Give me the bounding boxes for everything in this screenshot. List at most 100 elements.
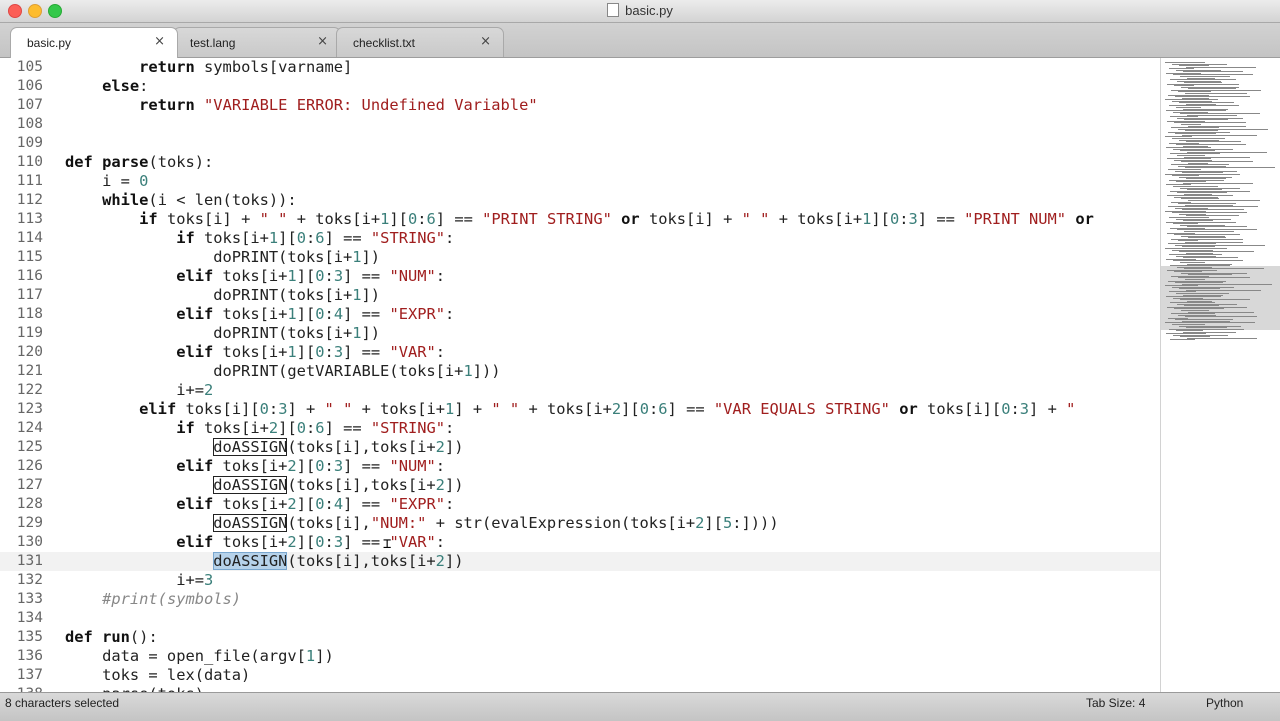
code-line[interactable]: 122 i+=2 <box>0 381 1160 400</box>
code-token: :]))) <box>732 514 779 532</box>
code-line[interactable]: 111 i = 0 <box>0 172 1160 191</box>
line-code: doASSIGN(toks[i],toks[i+2]) <box>65 438 464 457</box>
line-code: toks = lex(data) <box>65 666 250 685</box>
code-line[interactable]: 110 def parse(toks): <box>0 153 1160 172</box>
close-icon[interactable]: × <box>480 34 491 49</box>
code-token: : <box>324 495 334 513</box>
code-line[interactable]: 124 if toks[i+2][0:6] == "STRING": <box>0 419 1160 438</box>
code-token: symbols[varname] <box>194 58 353 76</box>
line-number: 138 <box>0 685 43 692</box>
code-token: 1 <box>352 248 362 266</box>
code-line[interactable]: 138 parse(toks) <box>0 685 1160 692</box>
code-token: 2 <box>204 381 214 399</box>
code-line[interactable]: 119 doPRINT(toks[i+1]) <box>0 324 1160 343</box>
code-token: ] == <box>343 305 390 323</box>
code-token: toks[i] + <box>639 210 742 228</box>
code-token: 1 <box>287 305 297 323</box>
code-token: : <box>1010 400 1020 418</box>
code-token: : <box>306 229 316 247</box>
code-token: if <box>176 419 195 437</box>
code-token: or <box>621 210 640 228</box>
code-editor[interactable]: 105 return symbols[varname] 106 else: 107 … <box>0 58 1160 692</box>
code-token: + toks[i+ <box>352 400 446 418</box>
tab-size-selector[interactable]: Tab Size: 4 <box>1086 696 1145 710</box>
close-icon[interactable]: × <box>154 34 165 49</box>
line-code: def parse(toks): <box>65 153 213 172</box>
code-line[interactable]: 117 doPRINT(toks[i+1]) <box>0 286 1160 305</box>
code-line[interactable]: 126 elif toks[i+2][0:3] == "NUM": <box>0 457 1160 476</box>
code-token: 2 <box>287 457 297 475</box>
code-line[interactable]: 135 def run(): <box>0 628 1160 647</box>
line-code: else: <box>65 77 148 96</box>
tab-checklist-txt[interactable]: checklist.txt × <box>336 27 504 57</box>
code-line[interactable]: 134 <box>0 609 1160 628</box>
code-line[interactable]: 130 elif toks[i+2][0:3] == "VAR": ⌶ <box>0 533 1160 552</box>
code-line[interactable]: 121 doPRINT(getVARIABLE(toks[i+1])) <box>0 362 1160 381</box>
code-line[interactable]: 133 #print(symbols) <box>0 590 1160 609</box>
code-line[interactable]: 112 while(i < len(toks)): <box>0 191 1160 210</box>
code-line[interactable]: 136 data = open_file(argv[1]) <box>0 647 1160 666</box>
tab-basic-py[interactable]: basic.py × <box>10 27 178 58</box>
code-line[interactable]: 113 if toks[i] + " " + toks[i+1][0:6] ==… <box>0 210 1160 229</box>
line-number: 118 <box>16 306 43 322</box>
code-token: 6 <box>315 229 325 247</box>
code-line[interactable]: 108 <box>0 115 1160 134</box>
code-token: 3 <box>333 457 344 475</box>
code-line[interactable]: 137 toks = lex(data) <box>0 666 1160 685</box>
syntax-selector[interactable]: Python <box>1206 696 1243 710</box>
tab-test-lang[interactable]: test.lang × <box>173 27 341 57</box>
code-token: (toks[i],toks[i+ <box>287 476 436 494</box>
code-token: return <box>139 96 195 114</box>
code-token: ]) <box>361 286 381 304</box>
code-token: : <box>435 533 446 551</box>
code-token: 1 <box>445 400 455 418</box>
code-token: + toks[i+ <box>769 210 863 228</box>
code-line[interactable]: 123 elif toks[i][0:3] + " " + toks[i+1] … <box>0 400 1160 419</box>
code-token: 0 <box>315 533 325 551</box>
code-token: elif <box>176 457 214 475</box>
code-token: if <box>176 229 195 247</box>
line-code: i = 0 <box>65 172 148 191</box>
code-token: elif <box>176 343 214 361</box>
line-code: doPRINT(toks[i+1]) <box>65 286 380 305</box>
code-token: (): <box>129 628 158 646</box>
code-token: def <box>65 153 93 171</box>
code-line[interactable]: 106 else: <box>0 77 1160 96</box>
code-token: " " <box>324 400 353 418</box>
code-token: (toks[i],toks[i+ <box>287 552 436 570</box>
minimap-line <box>1188 199 1260 201</box>
code-line[interactable]: 115 doPRINT(toks[i+1]) <box>0 248 1160 267</box>
minimap-line <box>1182 134 1257 136</box>
line-number: 123 <box>16 401 43 417</box>
code-line[interactable]: 116 elif toks[i+1][0:3] == "NUM": <box>0 267 1160 286</box>
code-line[interactable]: 114 if toks[i+1][0:6] == "STRING": <box>0 229 1160 248</box>
code-line[interactable]: 125 doASSIGN(toks[i],toks[i+2]) <box>0 438 1160 457</box>
code-line[interactable]: 109 <box>0 134 1160 153</box>
code-token: 1 <box>352 324 362 342</box>
code-line[interactable]: 128 elif toks[i+2][0:4] == "EXPR": <box>0 495 1160 514</box>
code-token: toks[i+ <box>213 457 288 475</box>
code-line[interactable]: 129 doASSIGN(toks[i],"NUM:" + str(evalEx… <box>0 514 1160 533</box>
code-line[interactable]: 107 return "VARIABLE ERROR: Undefined Va… <box>0 96 1160 115</box>
code-line[interactable]: 132 i+=3 <box>0 571 1160 590</box>
code-token: (toks[i],toks[i+ <box>287 438 436 456</box>
code-token: ][ <box>871 210 890 228</box>
code-token: : <box>139 77 149 95</box>
code-token: ][ <box>621 400 640 418</box>
code-token: ][ <box>296 305 316 323</box>
code-line[interactable]: 105 return symbols[varname] <box>0 58 1160 77</box>
code-token: + toks[i+ <box>519 400 612 418</box>
code-token: : <box>648 400 659 418</box>
line-number: 127 <box>16 477 43 493</box>
code-line[interactable]: 127 doASSIGN(toks[i],toks[i+2]) <box>0 476 1160 495</box>
code-line[interactable]: 131 doASSIGN(toks[i],toks[i+2]) <box>0 552 1160 571</box>
minimap[interactable] <box>1160 58 1280 692</box>
code-line[interactable]: 118 elif toks[i+1][0:4] == "EXPR": <box>0 305 1160 324</box>
close-icon[interactable]: × <box>317 34 328 49</box>
code-token: toks[i+ <box>194 419 269 437</box>
code-line[interactable]: 120 elif toks[i+1][0:3] == "VAR": <box>0 343 1160 362</box>
code-token: toks[i+ <box>213 533 288 551</box>
code-token: toks = lex(data) <box>65 666 251 684</box>
